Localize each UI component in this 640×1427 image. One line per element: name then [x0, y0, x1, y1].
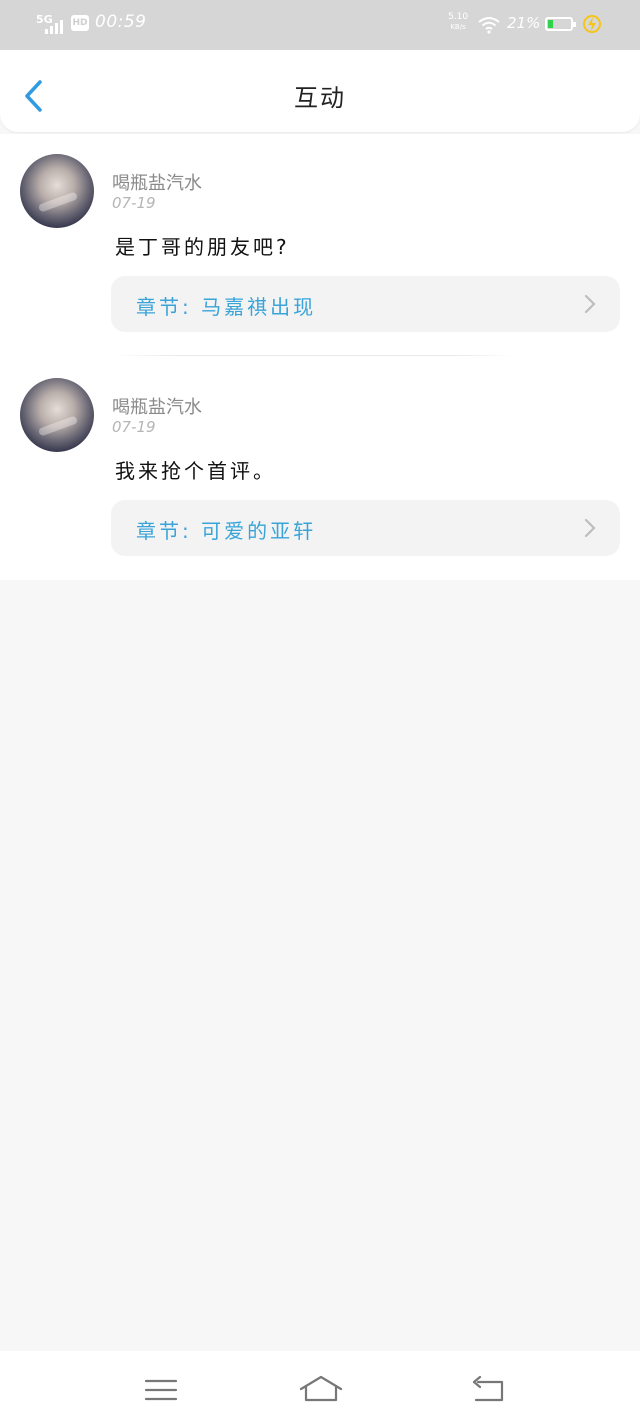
chapter-link[interactable]: 章节: 可爱的亚轩	[111, 500, 620, 556]
comment-item: 喝瓶盐汽水 07-19 是丁哥的朋友吧? 章节: 马嘉祺出现	[0, 134, 640, 358]
comment-item: 喝瓶盐汽水 07-19 我来抢个首评。 章节: 可爱的亚轩	[0, 358, 640, 582]
battery-percent: 21%	[507, 14, 541, 32]
chevron-right-icon	[584, 518, 596, 538]
avatar[interactable]	[20, 154, 94, 228]
chapter-label: 章节: 可爱的亚轩	[136, 519, 317, 543]
divider	[115, 355, 515, 356]
avatar[interactable]	[20, 378, 94, 452]
signal-icon	[45, 20, 67, 34]
hd-badge: HD	[71, 15, 89, 31]
back-icon[interactable]	[468, 1373, 508, 1407]
username[interactable]: 喝瓶盐汽水	[112, 169, 202, 195]
network-speed-unit: KB/s	[450, 23, 466, 31]
page-title: 互动	[294, 84, 346, 112]
battery-fill	[548, 20, 553, 28]
comment-text: 我来抢个首评。	[115, 459, 276, 483]
battery-icon	[545, 17, 576, 31]
chevron-right-icon	[584, 294, 596, 314]
network-speed: 5.10 KB/s	[448, 12, 468, 32]
comment-list: 喝瓶盐汽水 07-19 是丁哥的朋友吧? 章节: 马嘉祺出现 喝瓶盐汽水 07-…	[0, 134, 640, 580]
chapter-link[interactable]: 章节: 马嘉祺出现	[111, 276, 620, 332]
wifi-icon	[478, 17, 500, 34]
status-bar: 5G HD 00:59 5.10 KB/s 21%	[0, 0, 640, 50]
comment-date: 07-19	[112, 418, 156, 436]
comment-date: 07-19	[112, 194, 156, 212]
chapter-label: 章节: 马嘉祺出现	[136, 295, 317, 319]
status-time: 00:59	[95, 12, 147, 32]
home-icon[interactable]	[299, 1373, 343, 1407]
network-speed-value: 5.10	[448, 12, 469, 22]
header-bar: 互动	[0, 50, 640, 132]
charging-icon	[583, 15, 601, 33]
menu-icon[interactable]	[141, 1373, 181, 1407]
system-nav-bar	[0, 1351, 640, 1427]
comment-text: 是丁哥的朋友吧?	[115, 235, 290, 259]
username[interactable]: 喝瓶盐汽水	[112, 393, 202, 419]
